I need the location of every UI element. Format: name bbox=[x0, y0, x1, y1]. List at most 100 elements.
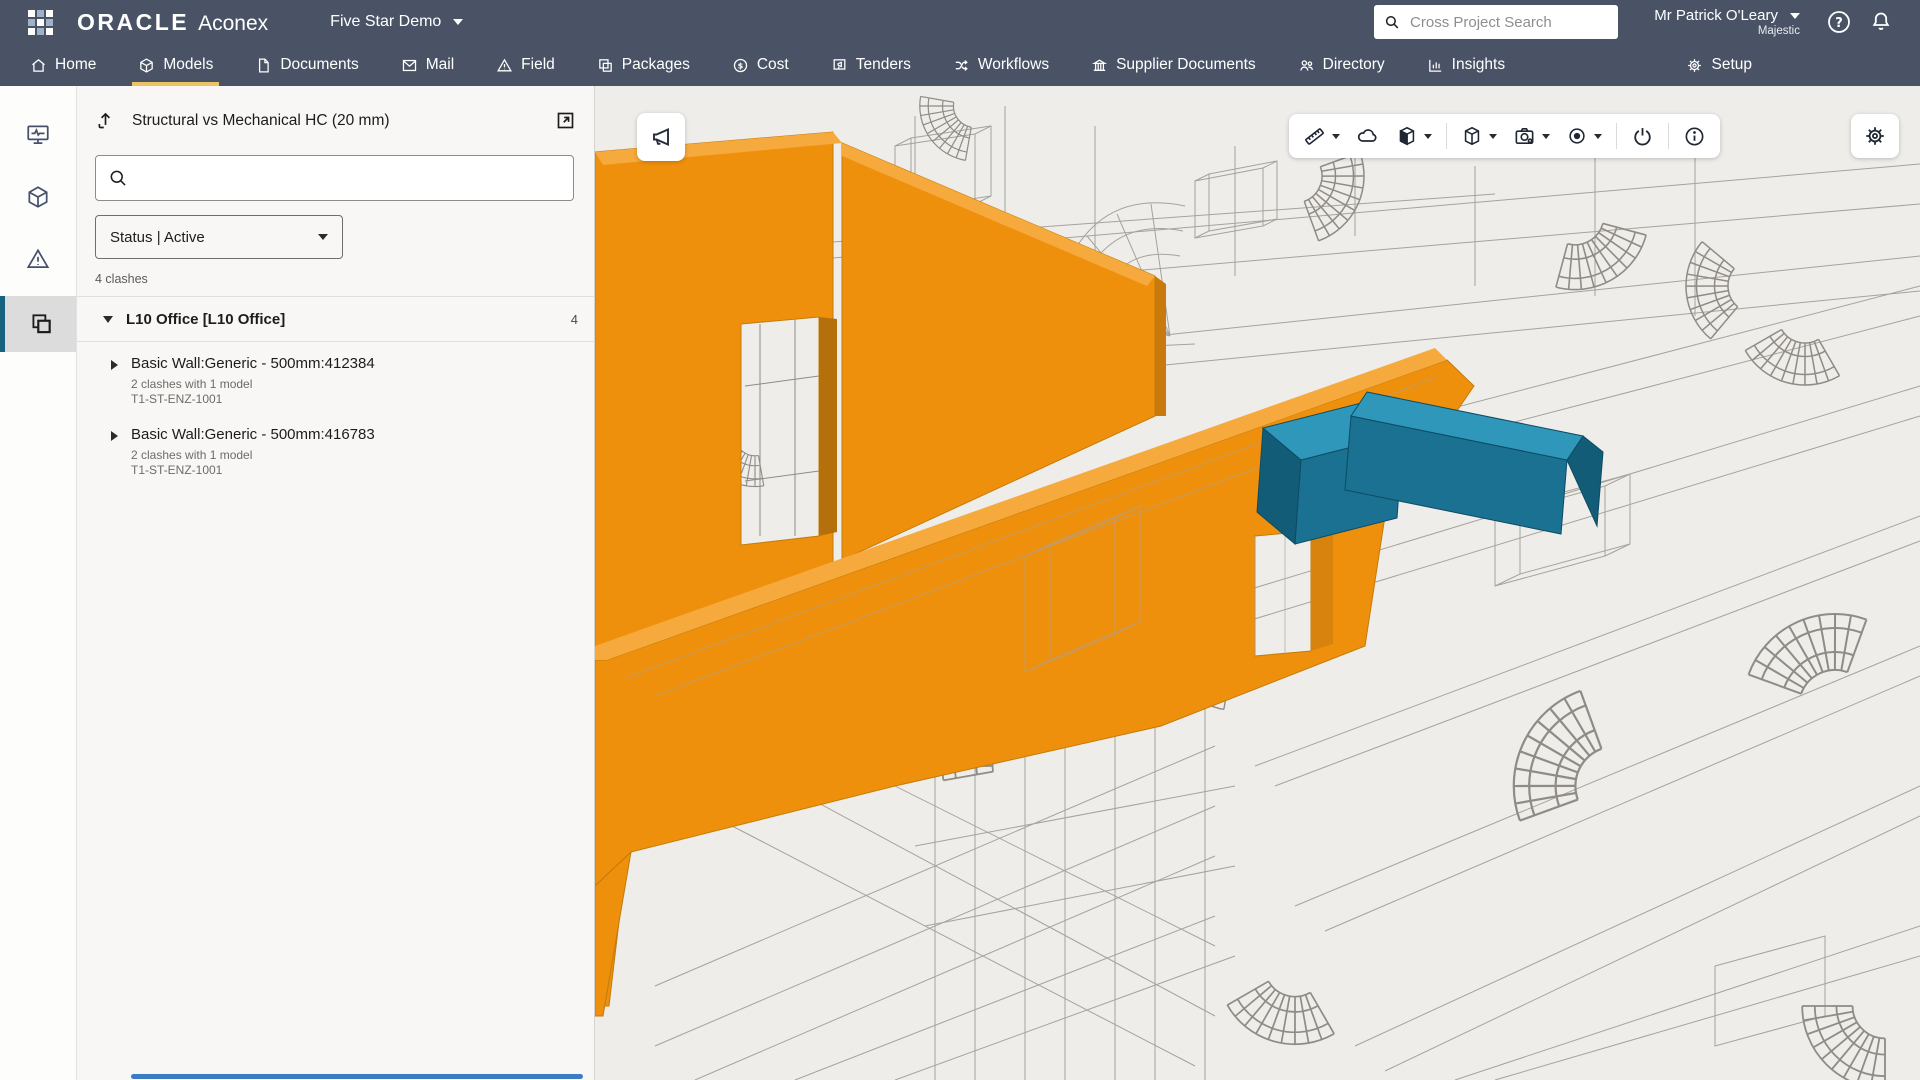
notifications-button[interactable] bbox=[1868, 9, 1894, 35]
window-jamb bbox=[819, 317, 837, 536]
mail-icon bbox=[401, 57, 418, 74]
people-icon bbox=[1298, 57, 1315, 74]
rail-item-models[interactable] bbox=[0, 166, 76, 228]
home-icon bbox=[30, 57, 47, 74]
rail-item-issues[interactable] bbox=[0, 228, 76, 290]
focus-target-icon bbox=[1566, 125, 1588, 147]
warning-triangle-icon bbox=[25, 246, 51, 272]
external-link-icon bbox=[555, 110, 576, 131]
clash-search-box[interactable] bbox=[95, 155, 574, 201]
chevron-down-icon bbox=[453, 19, 463, 25]
clash-item-title: Basic Wall:Generic - 500mm:412384 bbox=[131, 355, 375, 372]
search-icon bbox=[1384, 13, 1400, 31]
cross-project-search-input[interactable] bbox=[1408, 13, 1608, 32]
app-switcher-grid-icon[interactable] bbox=[28, 10, 53, 35]
views-cube-button[interactable] bbox=[1453, 114, 1505, 158]
clash-item-row[interactable]: Basic Wall:Generic - 500mm:412384 2 clas… bbox=[77, 342, 594, 413]
workflow-arrows-icon bbox=[953, 57, 970, 74]
chevron-down-icon bbox=[1594, 134, 1602, 139]
divider bbox=[1616, 123, 1617, 149]
ruler-icon bbox=[1303, 125, 1326, 148]
nav-item-directory[interactable]: Directory bbox=[1298, 44, 1385, 86]
viewer-settings-button[interactable] bbox=[1851, 114, 1899, 158]
viewer-toolbar bbox=[1289, 114, 1720, 158]
markup-cloud-button[interactable] bbox=[1348, 114, 1388, 158]
clash-group-count: 4 bbox=[571, 312, 578, 327]
overlapping-squares-icon bbox=[28, 311, 54, 337]
brand-aconex: Aconex bbox=[198, 12, 268, 36]
document-icon bbox=[255, 57, 272, 74]
nav-item-packages[interactable]: Packages bbox=[597, 44, 690, 86]
nav-item-supplier-documents[interactable]: Supplier Documents bbox=[1091, 44, 1256, 86]
bar-chart-icon bbox=[1427, 57, 1444, 74]
svg-text:$: $ bbox=[738, 60, 744, 70]
collapse-caret-icon[interactable] bbox=[103, 316, 113, 323]
cube-outline-icon bbox=[1461, 125, 1483, 147]
visibility-button[interactable] bbox=[1558, 114, 1610, 158]
rail-item-clash-detection[interactable] bbox=[0, 296, 76, 352]
nav-item-documents[interactable]: Documents bbox=[255, 44, 358, 86]
horizontal-scrollbar[interactable] bbox=[131, 1074, 583, 1079]
tenders-icon bbox=[831, 57, 848, 74]
nav-tabs-row: Home Models Documents Mail Field Package… bbox=[0, 44, 1920, 86]
nav-item-tenders[interactable]: Tenders bbox=[831, 44, 911, 86]
camera-icon bbox=[1513, 125, 1536, 148]
nav-item-models[interactable]: Models bbox=[138, 44, 213, 86]
project-selector-label: Five Star Demo bbox=[330, 13, 441, 31]
arrow-up-from-corner-icon bbox=[95, 110, 116, 131]
warning-triangle-icon bbox=[496, 57, 513, 74]
snapshot-button[interactable] bbox=[1505, 114, 1558, 158]
measure-tool-button[interactable] bbox=[1295, 114, 1348, 158]
clash-item-sub: 2 clashes with 1 modelT1-ST-ENZ-1001 bbox=[131, 448, 375, 478]
help-icon: ? bbox=[1826, 9, 1852, 35]
chevron-down-icon bbox=[1424, 134, 1432, 139]
cross-project-search[interactable] bbox=[1374, 5, 1618, 39]
svg-text:?: ? bbox=[1835, 16, 1843, 31]
project-selector[interactable]: Five Star Demo bbox=[330, 13, 463, 31]
rail-item-activity[interactable] bbox=[0, 104, 76, 166]
info-icon bbox=[1683, 125, 1706, 148]
clash-panel: Structural vs Mechanical HC (20 mm) Stat… bbox=[77, 86, 595, 1080]
section-box-button[interactable] bbox=[1388, 114, 1440, 158]
clash-item-row[interactable]: Basic Wall:Generic - 500mm:416783 2 clas… bbox=[77, 413, 594, 484]
help-button[interactable]: ? bbox=[1826, 9, 1852, 35]
bell-icon bbox=[1869, 10, 1893, 34]
power-reset-icon bbox=[1631, 125, 1654, 148]
back-up-level-button[interactable] bbox=[95, 110, 116, 131]
app-screen: ORACLE Aconex Five Star Demo Mr Patrick … bbox=[0, 0, 1920, 1080]
nav-item-home[interactable]: Home bbox=[30, 44, 96, 86]
user-organization: Majestic bbox=[1654, 25, 1800, 37]
brand-oracle: ORACLE bbox=[77, 9, 189, 36]
brand-logo: ORACLE Aconex bbox=[77, 9, 268, 36]
clash-group-name: L10 Office [L10 Office] bbox=[126, 311, 571, 328]
nav-item-cost[interactable]: $ Cost bbox=[732, 44, 789, 86]
clash-count: 4 clashes bbox=[95, 272, 594, 286]
nav-item-mail[interactable]: Mail bbox=[401, 44, 454, 86]
cube-icon bbox=[138, 57, 155, 74]
reset-view-button[interactable] bbox=[1623, 114, 1662, 158]
nav-item-insights[interactable]: Insights bbox=[1427, 44, 1505, 86]
status-filter-dropdown[interactable]: Status | Active bbox=[95, 215, 343, 259]
chevron-down-icon bbox=[318, 234, 328, 240]
info-button[interactable] bbox=[1675, 114, 1714, 158]
open-in-new-button[interactable] bbox=[555, 110, 576, 131]
clash-item-title: Basic Wall:Generic - 500mm:416783 bbox=[131, 426, 375, 443]
chevron-down-icon bbox=[1332, 134, 1340, 139]
clash-search-input[interactable] bbox=[138, 169, 561, 188]
model-viewer[interactable] bbox=[595, 86, 1920, 1080]
expand-caret-icon[interactable] bbox=[111, 360, 118, 370]
megaphone-icon bbox=[649, 125, 673, 149]
clash-group-row[interactable]: L10 Office [L10 Office] 4 bbox=[77, 297, 594, 341]
model-viewport[interactable] bbox=[595, 86, 1920, 1080]
divider bbox=[1446, 123, 1447, 149]
nav-item-field[interactable]: Field bbox=[496, 44, 555, 86]
search-icon bbox=[108, 168, 128, 188]
gear-icon bbox=[1686, 57, 1703, 74]
parapet-column bbox=[1311, 522, 1333, 651]
expand-caret-icon[interactable] bbox=[111, 431, 118, 441]
announcement-button[interactable] bbox=[637, 113, 685, 161]
user-menu[interactable]: Mr Patrick O'Leary Majestic bbox=[1654, 7, 1800, 37]
nav-item-setup[interactable]: Setup bbox=[1686, 44, 1752, 86]
cube-icon bbox=[25, 184, 51, 210]
nav-item-workflows[interactable]: Workflows bbox=[953, 44, 1049, 86]
